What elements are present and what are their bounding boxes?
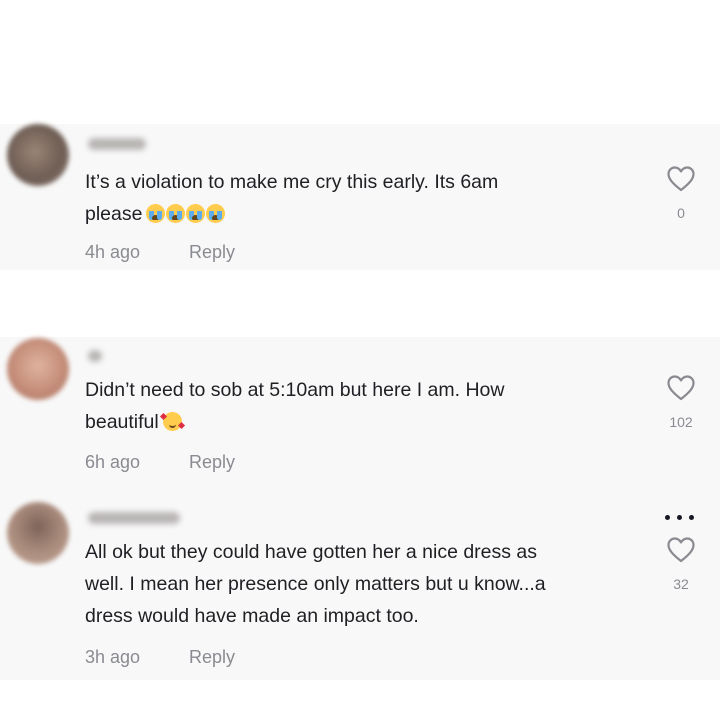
comment-text: All ok but they could have gotten her a …: [85, 541, 546, 627]
loudly-crying-face-emoji: [146, 204, 226, 223]
heart-outline-icon: [667, 537, 695, 563]
like-count: 0: [677, 205, 685, 221]
comment-timestamp: 6h ago: [85, 452, 141, 472]
reply-button[interactable]: Reply: [189, 242, 235, 263]
username-blurred[interactable]: [88, 138, 146, 150]
more-options-icon: [665, 515, 670, 520]
avatar[interactable]: [7, 502, 69, 564]
like-button[interactable]: [666, 536, 696, 564]
reply-button[interactable]: Reply: [189, 647, 235, 668]
more-options-button[interactable]: [664, 512, 696, 524]
username-blurred[interactable]: [88, 512, 180, 524]
reply-button[interactable]: Reply: [189, 452, 235, 473]
smiling-face-with-hearts-emoji: [159, 412, 185, 431]
heart-outline-icon: [667, 166, 695, 192]
heart-outline-icon: [667, 375, 695, 401]
like-count: 102: [669, 414, 693, 430]
comment-text: It’s a violation to make me cry this ear…: [85, 171, 499, 225]
username-blurred[interactable]: [88, 350, 102, 362]
comment-timestamp: 4h ago: [85, 242, 141, 262]
comment-timestamp: 3h ago: [85, 647, 141, 667]
like-count: 32: [673, 576, 689, 592]
avatar[interactable]: [7, 124, 69, 186]
comment-text: Didn’t need to sob at 5:10am but here I …: [85, 379, 505, 433]
avatar[interactable]: [7, 338, 69, 400]
like-button[interactable]: [666, 165, 696, 193]
like-button[interactable]: [666, 374, 696, 402]
